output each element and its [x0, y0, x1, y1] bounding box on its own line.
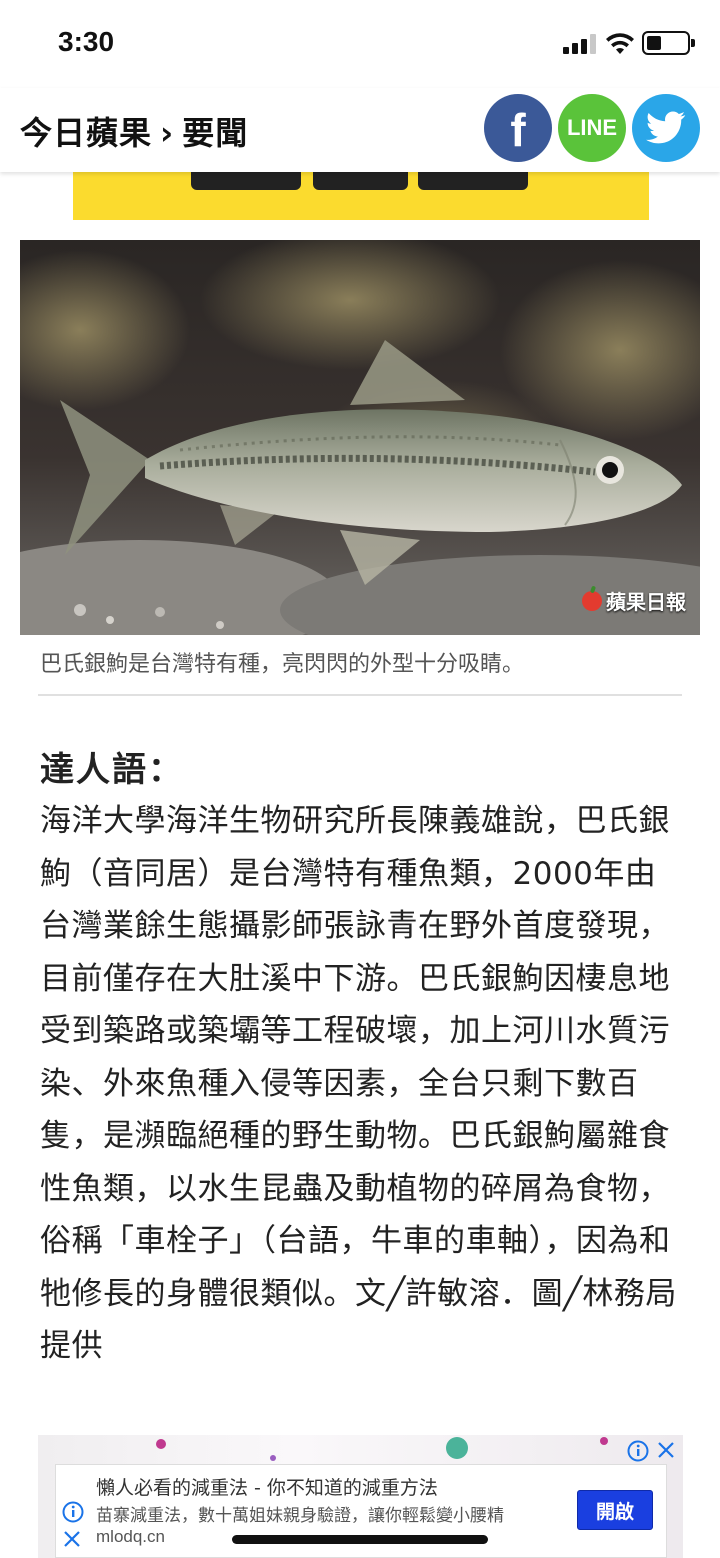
info-icon: [62, 1501, 84, 1523]
fish-photo-illustration: [20, 240, 700, 635]
article-body: 海洋大學海洋生物研究所長陳義雄說，巴氏銀鮈（音同居）是台灣特有種魚類，2000年…: [40, 803, 677, 1364]
facebook-share-button[interactable]: f: [484, 94, 552, 162]
ad-domain: mlodq.cn: [96, 1527, 165, 1546]
apple-daily-logo-icon: [582, 590, 602, 611]
twitter-icon: [646, 111, 686, 144]
facebook-icon: f: [510, 104, 526, 156]
status-time: 3:30: [58, 26, 115, 57]
photo-watermark-text: 蘋果日報: [606, 590, 686, 614]
ad-title[interactable]: 懶人必看的減重法 - 你不知道的減重方法: [96, 1473, 438, 1500]
section-title: 達人語：: [40, 750, 184, 790]
breadcrumb-home[interactable]: 今日蘋果: [20, 114, 152, 152]
line-icon: LINE: [566, 115, 618, 140]
close-icon: [658, 1442, 674, 1458]
home-indicator[interactable]: [232, 1535, 488, 1544]
info-icon: [627, 1440, 649, 1462]
status-bar: 3:30: [0, 0, 720, 88]
close-icon: [64, 1531, 80, 1547]
line-share-button[interactable]: LINE: [558, 94, 626, 162]
battery-icon: [642, 31, 695, 55]
ad-close-button[interactable]: [656, 1440, 676, 1460]
ad-description: 苗寨減重法，數十萬姐妹親身驗證，讓你輕鬆變小腰精: [96, 1506, 504, 1526]
photo-caption: 巴氏銀鮈是台灣特有種，亮閃閃的外型十分吸睛。: [40, 652, 525, 677]
article-photo[interactable]: 蘋果日報: [20, 240, 700, 635]
ad-card-info-button[interactable]: [62, 1501, 84, 1527]
breadcrumb-section[interactable]: 要聞: [182, 114, 248, 152]
ad-card-close-button[interactable]: [62, 1529, 82, 1553]
app-header: 今日蘋果 › 要聞 f LINE: [0, 88, 720, 172]
caption-divider: [38, 694, 682, 696]
wifi-icon: [606, 33, 634, 54]
article-banner-image: [73, 172, 649, 220]
ad-open-button[interactable]: 開啟: [577, 1490, 653, 1530]
twitter-share-button[interactable]: [632, 94, 700, 162]
breadcrumb: 今日蘋果 › 要聞: [20, 108, 248, 154]
breadcrumb-separator: ›: [160, 114, 175, 152]
cellular-signal-icon: [563, 34, 597, 54]
ad-info-button[interactable]: [627, 1440, 649, 1462]
photo-watermark: 蘋果日報: [582, 586, 686, 615]
